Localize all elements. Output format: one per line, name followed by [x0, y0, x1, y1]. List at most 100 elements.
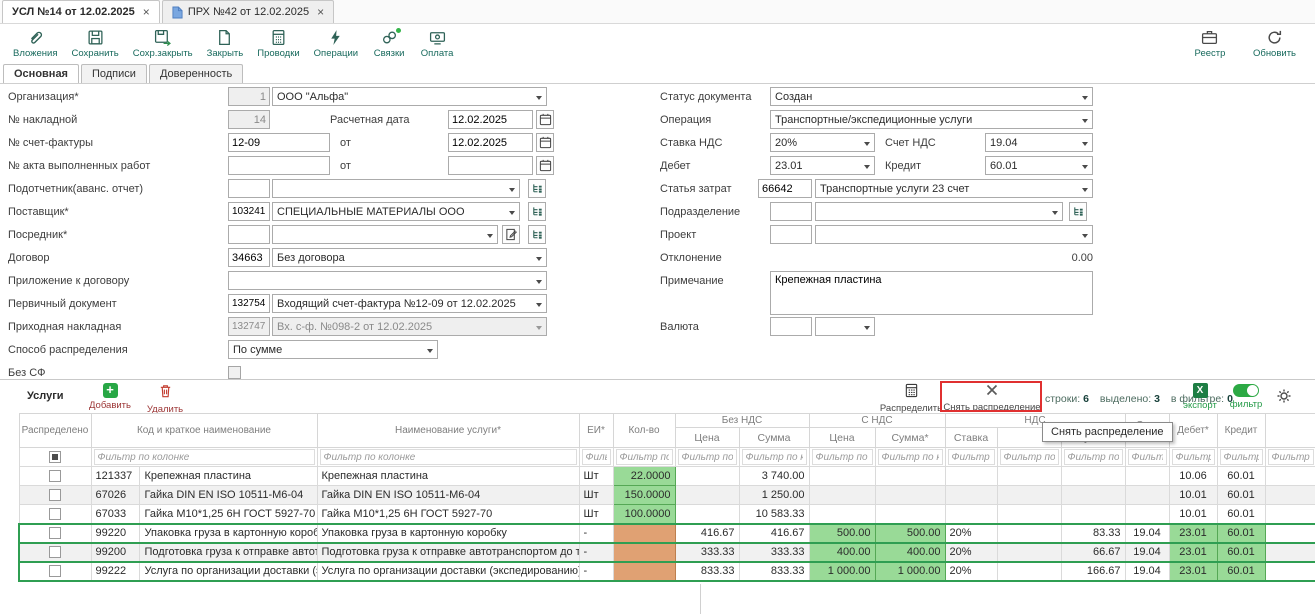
cell-qty[interactable]	[613, 524, 675, 543]
cell-qty[interactable]	[613, 562, 675, 581]
cell-vat-sum-1[interactable]	[997, 524, 1061, 543]
cell-vat-account[interactable]	[1125, 486, 1169, 505]
cell-vat-sum-2[interactable]: 83.33	[1061, 524, 1125, 543]
cell-extra[interactable]	[1265, 562, 1315, 581]
column-filter-input[interactable]	[948, 449, 995, 465]
cell-credit[interactable]: 60.01	[1217, 524, 1265, 543]
col-sum-vat[interactable]: Сумма*	[875, 428, 945, 448]
gear-icon[interactable]	[1276, 388, 1292, 407]
cell-vat-sum-1[interactable]	[997, 505, 1061, 524]
cell-sum-no-vat[interactable]: 10 583.33	[739, 505, 809, 524]
cost-item-select[interactable]: Транспортные услуги 23 счет	[815, 179, 1093, 198]
cell-vat-account[interactable]: 19.04	[1125, 543, 1169, 562]
filter-toggle[interactable]: фильтр	[1226, 383, 1266, 410]
cell-extra[interactable]	[1265, 467, 1315, 486]
cell-vat-sum-2[interactable]: 66.67	[1061, 543, 1125, 562]
column-filter-input[interactable]	[812, 449, 873, 465]
cell-price-vat[interactable]: 500.00	[809, 524, 875, 543]
cell-rate[interactable]	[945, 505, 997, 524]
cell-price-no-vat[interactable]: 833.33	[675, 562, 739, 581]
cell-unit[interactable]: -	[579, 543, 613, 562]
cell-sum-no-vat[interactable]: 3 740.00	[739, 467, 809, 486]
cell-distributed[interactable]	[19, 486, 91, 505]
column-filter-input[interactable]	[320, 449, 577, 465]
hierarchy-icon[interactable]	[1069, 202, 1087, 221]
col-credit[interactable]: Кредит	[1217, 414, 1265, 448]
operation-select[interactable]: Транспортные/экспедиционные услуги	[770, 110, 1093, 129]
cell-sum-vat[interactable]: 500.00	[875, 524, 945, 543]
cell-vat-account[interactable]: 19.04	[1125, 524, 1169, 543]
table-row[interactable]: 67026Гайка DIN EN ISO 10511-М6-04Гайка D…	[19, 486, 1315, 505]
cell-price-no-vat[interactable]	[675, 467, 739, 486]
row-checkbox[interactable]	[49, 527, 61, 539]
operations-button[interactable]: Операции	[307, 26, 365, 59]
cell-unit[interactable]: Шт	[579, 486, 613, 505]
cell-code-name[interactable]: 99220Упаковка груза в картонную коробку	[91, 524, 317, 543]
col-sum-no-vat[interactable]: Сумма	[739, 428, 809, 448]
department-code-input[interactable]	[770, 202, 812, 221]
cell-rate[interactable]: 20%	[945, 543, 997, 562]
cell-qty[interactable]: 150.0000	[613, 486, 675, 505]
attachments-button[interactable]: Вложения	[6, 26, 65, 59]
cell-credit[interactable]: 60.01	[1217, 505, 1265, 524]
cell-unit[interactable]: -	[579, 562, 613, 581]
table-row[interactable]: 67033Гайка М10*1,25 6Н ГОСТ 5927-70Гайка…	[19, 505, 1315, 524]
cell-sum-no-vat[interactable]: 333.33	[739, 543, 809, 562]
cell-code-name[interactable]: 121337Крепежная пластина	[91, 467, 317, 486]
cell-service-name[interactable]: Услуга по организации доставки (экспедир…	[317, 562, 579, 581]
row-checkbox[interactable]	[49, 470, 61, 482]
payment-button[interactable]: Оплата	[413, 26, 461, 59]
cell-vat-sum-2[interactable]	[1061, 505, 1125, 524]
col-debit[interactable]: Дебет*	[1169, 414, 1217, 448]
cell-service-name[interactable]: Гайка М10*1,25 6Н ГОСТ 5927-70	[317, 505, 579, 524]
postings-button[interactable]: Проводки	[250, 26, 306, 59]
cell-rate[interactable]	[945, 467, 997, 486]
col-distributed[interactable]: Распределено	[19, 414, 91, 448]
save-close-button[interactable]: Сохр.закрыть	[126, 26, 200, 59]
cell-rate[interactable]: 20%	[945, 562, 997, 581]
department-select[interactable]	[815, 202, 1063, 221]
tab-signatures[interactable]: Подписи	[81, 64, 147, 84]
cell-vat-sum-2[interactable]	[1061, 467, 1125, 486]
cell-vat-account[interactable]	[1125, 467, 1169, 486]
column-filter-input[interactable]	[1000, 449, 1059, 465]
cell-debit[interactable]: 23.01	[1169, 543, 1217, 562]
cell-distributed[interactable]	[19, 543, 91, 562]
cell-sum-vat[interactable]	[875, 505, 945, 524]
column-filter-input[interactable]	[582, 449, 611, 465]
delete-row-button[interactable]: Удалить	[140, 383, 190, 415]
cell-qty[interactable]: 100.0000	[613, 505, 675, 524]
cell-credit[interactable]: 60.01	[1217, 543, 1265, 562]
cell-credit[interactable]: 60.01	[1217, 562, 1265, 581]
cell-vat-sum-1[interactable]	[997, 467, 1061, 486]
doc-tab-prh[interactable]: ПРХ №42 от 12.02.2025 ×	[162, 0, 334, 23]
cell-vat-account[interactable]: 19.04	[1125, 562, 1169, 581]
column-filter-input[interactable]	[1220, 449, 1263, 465]
currency-select[interactable]	[815, 317, 875, 336]
cell-vat-sum-1[interactable]	[997, 562, 1061, 581]
cell-debit[interactable]: 23.01	[1169, 562, 1217, 581]
column-filter-input[interactable]	[616, 449, 673, 465]
vat-account-select[interactable]: 19.04	[985, 133, 1093, 152]
column-filter-input[interactable]	[878, 449, 943, 465]
cell-qty[interactable]	[613, 543, 675, 562]
cell-extra[interactable]	[1265, 543, 1315, 562]
cell-price-vat[interactable]	[809, 467, 875, 486]
col-price-vat[interactable]: Цена	[809, 428, 875, 448]
cell-code-name[interactable]: 67033Гайка М10*1,25 6Н ГОСТ 5927-70	[91, 505, 317, 524]
cell-qty[interactable]: 22.0000	[613, 467, 675, 486]
cell-service-name[interactable]: Упаковка груза в картонную коробку	[317, 524, 579, 543]
column-filter-input[interactable]	[1172, 449, 1215, 465]
column-filter-input[interactable]	[1064, 449, 1123, 465]
cell-price-no-vat[interactable]	[675, 505, 739, 524]
column-filter-input[interactable]	[1268, 449, 1314, 465]
row-checkbox[interactable]	[49, 546, 61, 558]
cell-sum-vat[interactable]	[875, 486, 945, 505]
cell-vat-account[interactable]	[1125, 505, 1169, 524]
cell-price-vat[interactable]	[809, 486, 875, 505]
table-row[interactable]: 121337Крепежная пластинаКрепежная пласти…	[19, 467, 1315, 486]
cell-code-name[interactable]: 99200Подготовка груза к отправке автотра…	[91, 543, 317, 562]
cell-vat-sum-1[interactable]	[997, 486, 1061, 505]
close-button[interactable]: Закрыть	[200, 26, 251, 59]
project-select[interactable]	[815, 225, 1093, 244]
